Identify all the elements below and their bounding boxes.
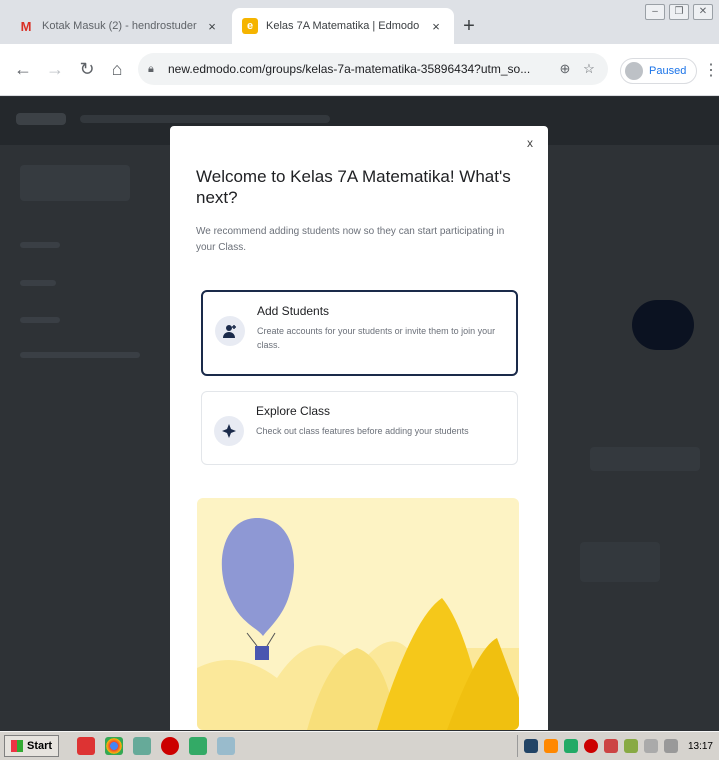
option-text: Explore Class Check out class features b… xyxy=(256,404,469,438)
browser-tabstrip: M Kotak Masuk (2) - hendrostuder × e Kel… xyxy=(0,0,719,44)
tab-edmodo[interactable]: e Kelas 7A Matematika | Edmodo × xyxy=(232,8,454,44)
window-app-icon[interactable] xyxy=(217,737,236,755)
network-icon[interactable] xyxy=(643,739,658,753)
browser-toolbar: ← → ↻ ⌂ 🔒︎ new.edmodo.com/groups/kelas-7… xyxy=(0,44,719,96)
option-description: Check out class features before adding y… xyxy=(256,426,469,436)
tab-gmail[interactable]: M Kotak Masuk (2) - hendrostuder × xyxy=(8,8,230,44)
add-students-option[interactable]: Add Students Create accounts for your st… xyxy=(201,290,518,376)
gmail-icon: M xyxy=(20,18,32,34)
close-modal-button[interactable]: x xyxy=(527,136,533,150)
welcome-illustration xyxy=(197,498,519,730)
profile-status: Paused xyxy=(649,65,687,77)
language-icon[interactable] xyxy=(523,739,538,753)
tray-app-icon[interactable] xyxy=(603,739,618,753)
option-title: Add Students xyxy=(257,304,330,318)
page-logo xyxy=(16,113,66,125)
page-sidebar-item xyxy=(20,242,60,248)
minimize-button[interactable]: – xyxy=(645,4,665,20)
system-tray: 13:17 xyxy=(516,735,719,757)
page-sidebar-item xyxy=(20,352,140,358)
tab-close-icon[interactable]: × xyxy=(204,19,220,34)
option-title: Explore Class xyxy=(256,404,331,418)
page-sidebar-button xyxy=(20,165,130,201)
tab-close-icon[interactable]: × xyxy=(428,19,444,34)
clock: 13:17 xyxy=(687,740,713,752)
chrome-app-icon[interactable] xyxy=(105,737,124,755)
home-icon[interactable]: ⌂ xyxy=(106,58,128,80)
opera-app-icon[interactable] xyxy=(161,737,180,755)
welcome-modal: x Welcome to Kelas 7A Matematika! What's… xyxy=(170,126,548,730)
forward-arrow-icon[interactable]: → xyxy=(44,58,66,80)
add-user-icon xyxy=(215,316,245,346)
edmodo-icon: e xyxy=(242,18,258,34)
tab-title: Kelas 7A Matematika | Edmodo xyxy=(266,20,420,32)
tray-app-icon[interactable] xyxy=(583,739,598,753)
volume-icon[interactable] xyxy=(663,739,678,753)
windows-flag-icon xyxy=(11,740,23,752)
tray-app-icon[interactable] xyxy=(623,739,638,753)
page-sidebar-item xyxy=(20,317,60,323)
page-card xyxy=(580,542,660,582)
tray-app-icon[interactable] xyxy=(563,739,578,753)
page-dropdown xyxy=(590,447,700,471)
avatar-icon xyxy=(625,62,643,80)
quick-launch xyxy=(77,737,236,755)
url-text: new.edmodo.com/groups/kelas-7a-matematik… xyxy=(168,62,531,76)
start-button[interactable]: Start xyxy=(4,735,60,757)
chrome-window-icon[interactable] xyxy=(189,737,208,755)
explore-class-option[interactable]: Explore Class Check out class features b… xyxy=(201,391,518,465)
balloon-mountain-illustration xyxy=(197,498,519,730)
profile-button[interactable]: Paused xyxy=(620,58,698,84)
new-tab-button[interactable]: + xyxy=(458,16,480,38)
start-label: Start xyxy=(27,740,53,752)
page-sidebar-item xyxy=(20,280,56,286)
page-action-button xyxy=(632,300,694,350)
reload-icon[interactable]: ↻ xyxy=(76,58,98,80)
star-icon[interactable]: ☆ xyxy=(580,61,598,77)
tray-app-icon[interactable] xyxy=(543,739,558,753)
modal-title: Welcome to Kelas 7A Matematika! What's n… xyxy=(196,167,511,207)
tab-title: Kotak Masuk (2) - hendrostuder xyxy=(42,20,197,32)
option-description: Create accounts for your students or inv… xyxy=(257,326,496,350)
pdf-app-icon[interactable] xyxy=(77,737,96,755)
restore-button[interactable]: ❐ xyxy=(669,4,689,20)
window-controls: – ❐ ✕ xyxy=(645,4,713,20)
lock-icon: 🔒︎ xyxy=(148,62,154,75)
close-window-button[interactable]: ✕ xyxy=(693,4,713,20)
os-taskbar: Start 13:17 xyxy=(0,731,719,760)
menu-kebab-icon[interactable]: ⋮ xyxy=(703,60,719,80)
address-bar[interactable]: 🔒︎ new.edmodo.com/groups/kelas-7a-matema… xyxy=(138,53,608,85)
zoom-icon[interactable]: ⊕ xyxy=(556,61,574,77)
modal-intro-text: We recommend adding students now so they… xyxy=(196,226,505,253)
sparkle-icon xyxy=(214,416,244,446)
back-arrow-icon[interactable]: ← xyxy=(12,58,34,80)
option-text: Add Students Create accounts for your st… xyxy=(257,304,504,352)
app-icon[interactable] xyxy=(133,737,152,755)
page-nav xyxy=(80,115,330,123)
